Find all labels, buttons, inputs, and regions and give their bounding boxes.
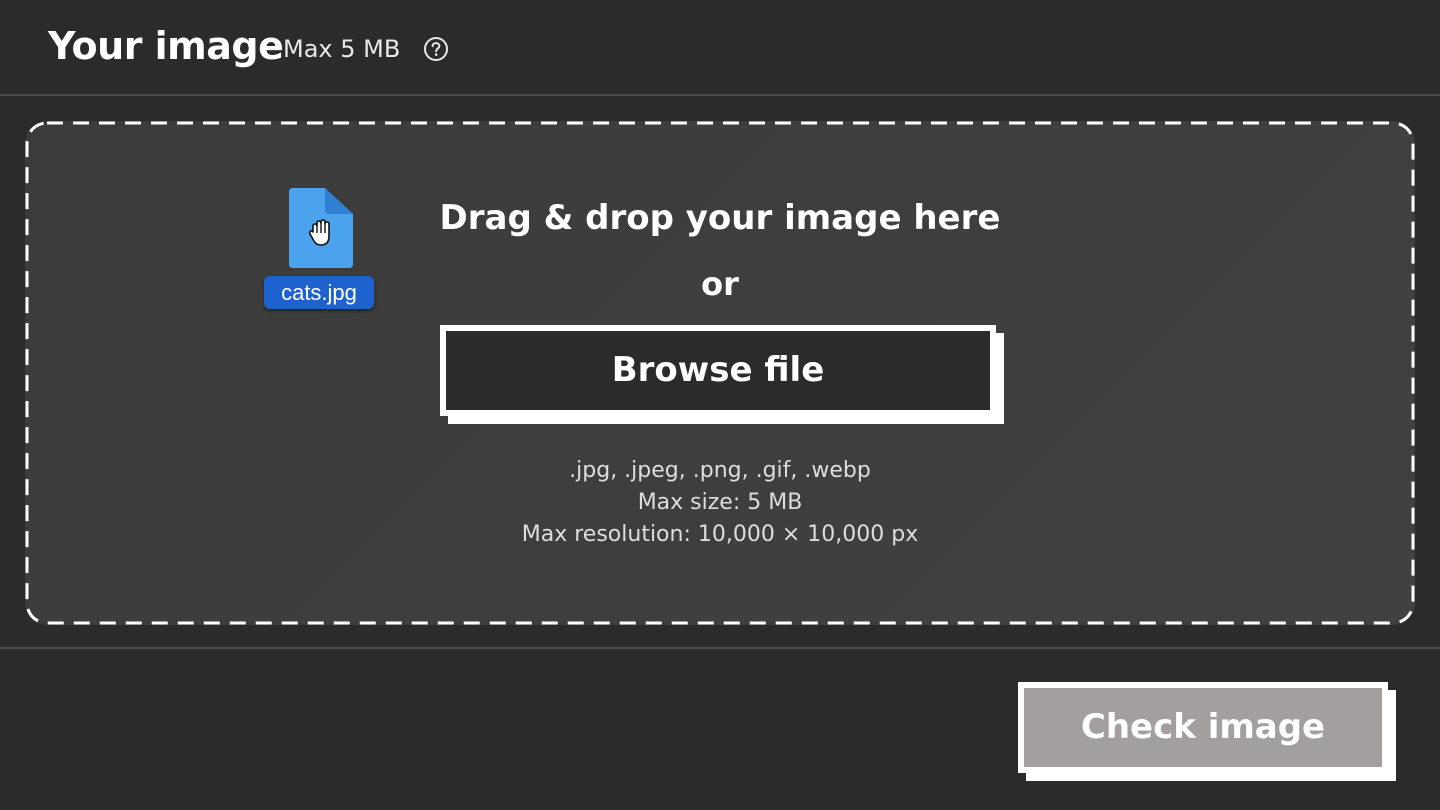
- or-separator: or: [701, 265, 739, 303]
- header: Your image Max 5 MB: [0, 0, 1440, 96]
- drag-drop-instruction: Drag & drop your image here: [439, 198, 1001, 238]
- image-upload-panel: Your image Max 5 MB cats.jpg Drag & drop…: [0, 0, 1440, 810]
- dragged-file[interactable]: cats.jpg: [264, 188, 374, 312]
- max-size-info: Max size: 5 MB: [637, 490, 803, 515]
- footer-divider: [0, 647, 1440, 649]
- question-circle-icon[interactable]: [423, 36, 449, 62]
- grab-hand-icon: [308, 219, 330, 246]
- max-resolution-info: Max resolution: 10,000 × 10,000 px: [521, 522, 919, 547]
- allowed-formats: .jpg, .jpeg, .png, .gif, .webp: [569, 458, 871, 483]
- browse-file-button[interactable]: Browse file: [440, 325, 996, 416]
- max-size-label: Max 5 MB: [283, 35, 401, 63]
- page-title: Your image: [48, 24, 284, 68]
- check-image-button[interactable]: Check image: [1018, 682, 1388, 773]
- dragged-file-name: cats.jpg: [264, 276, 374, 309]
- upload-requirements: .jpg, .jpeg, .png, .gif, .webp Max size:…: [420, 455, 1020, 551]
